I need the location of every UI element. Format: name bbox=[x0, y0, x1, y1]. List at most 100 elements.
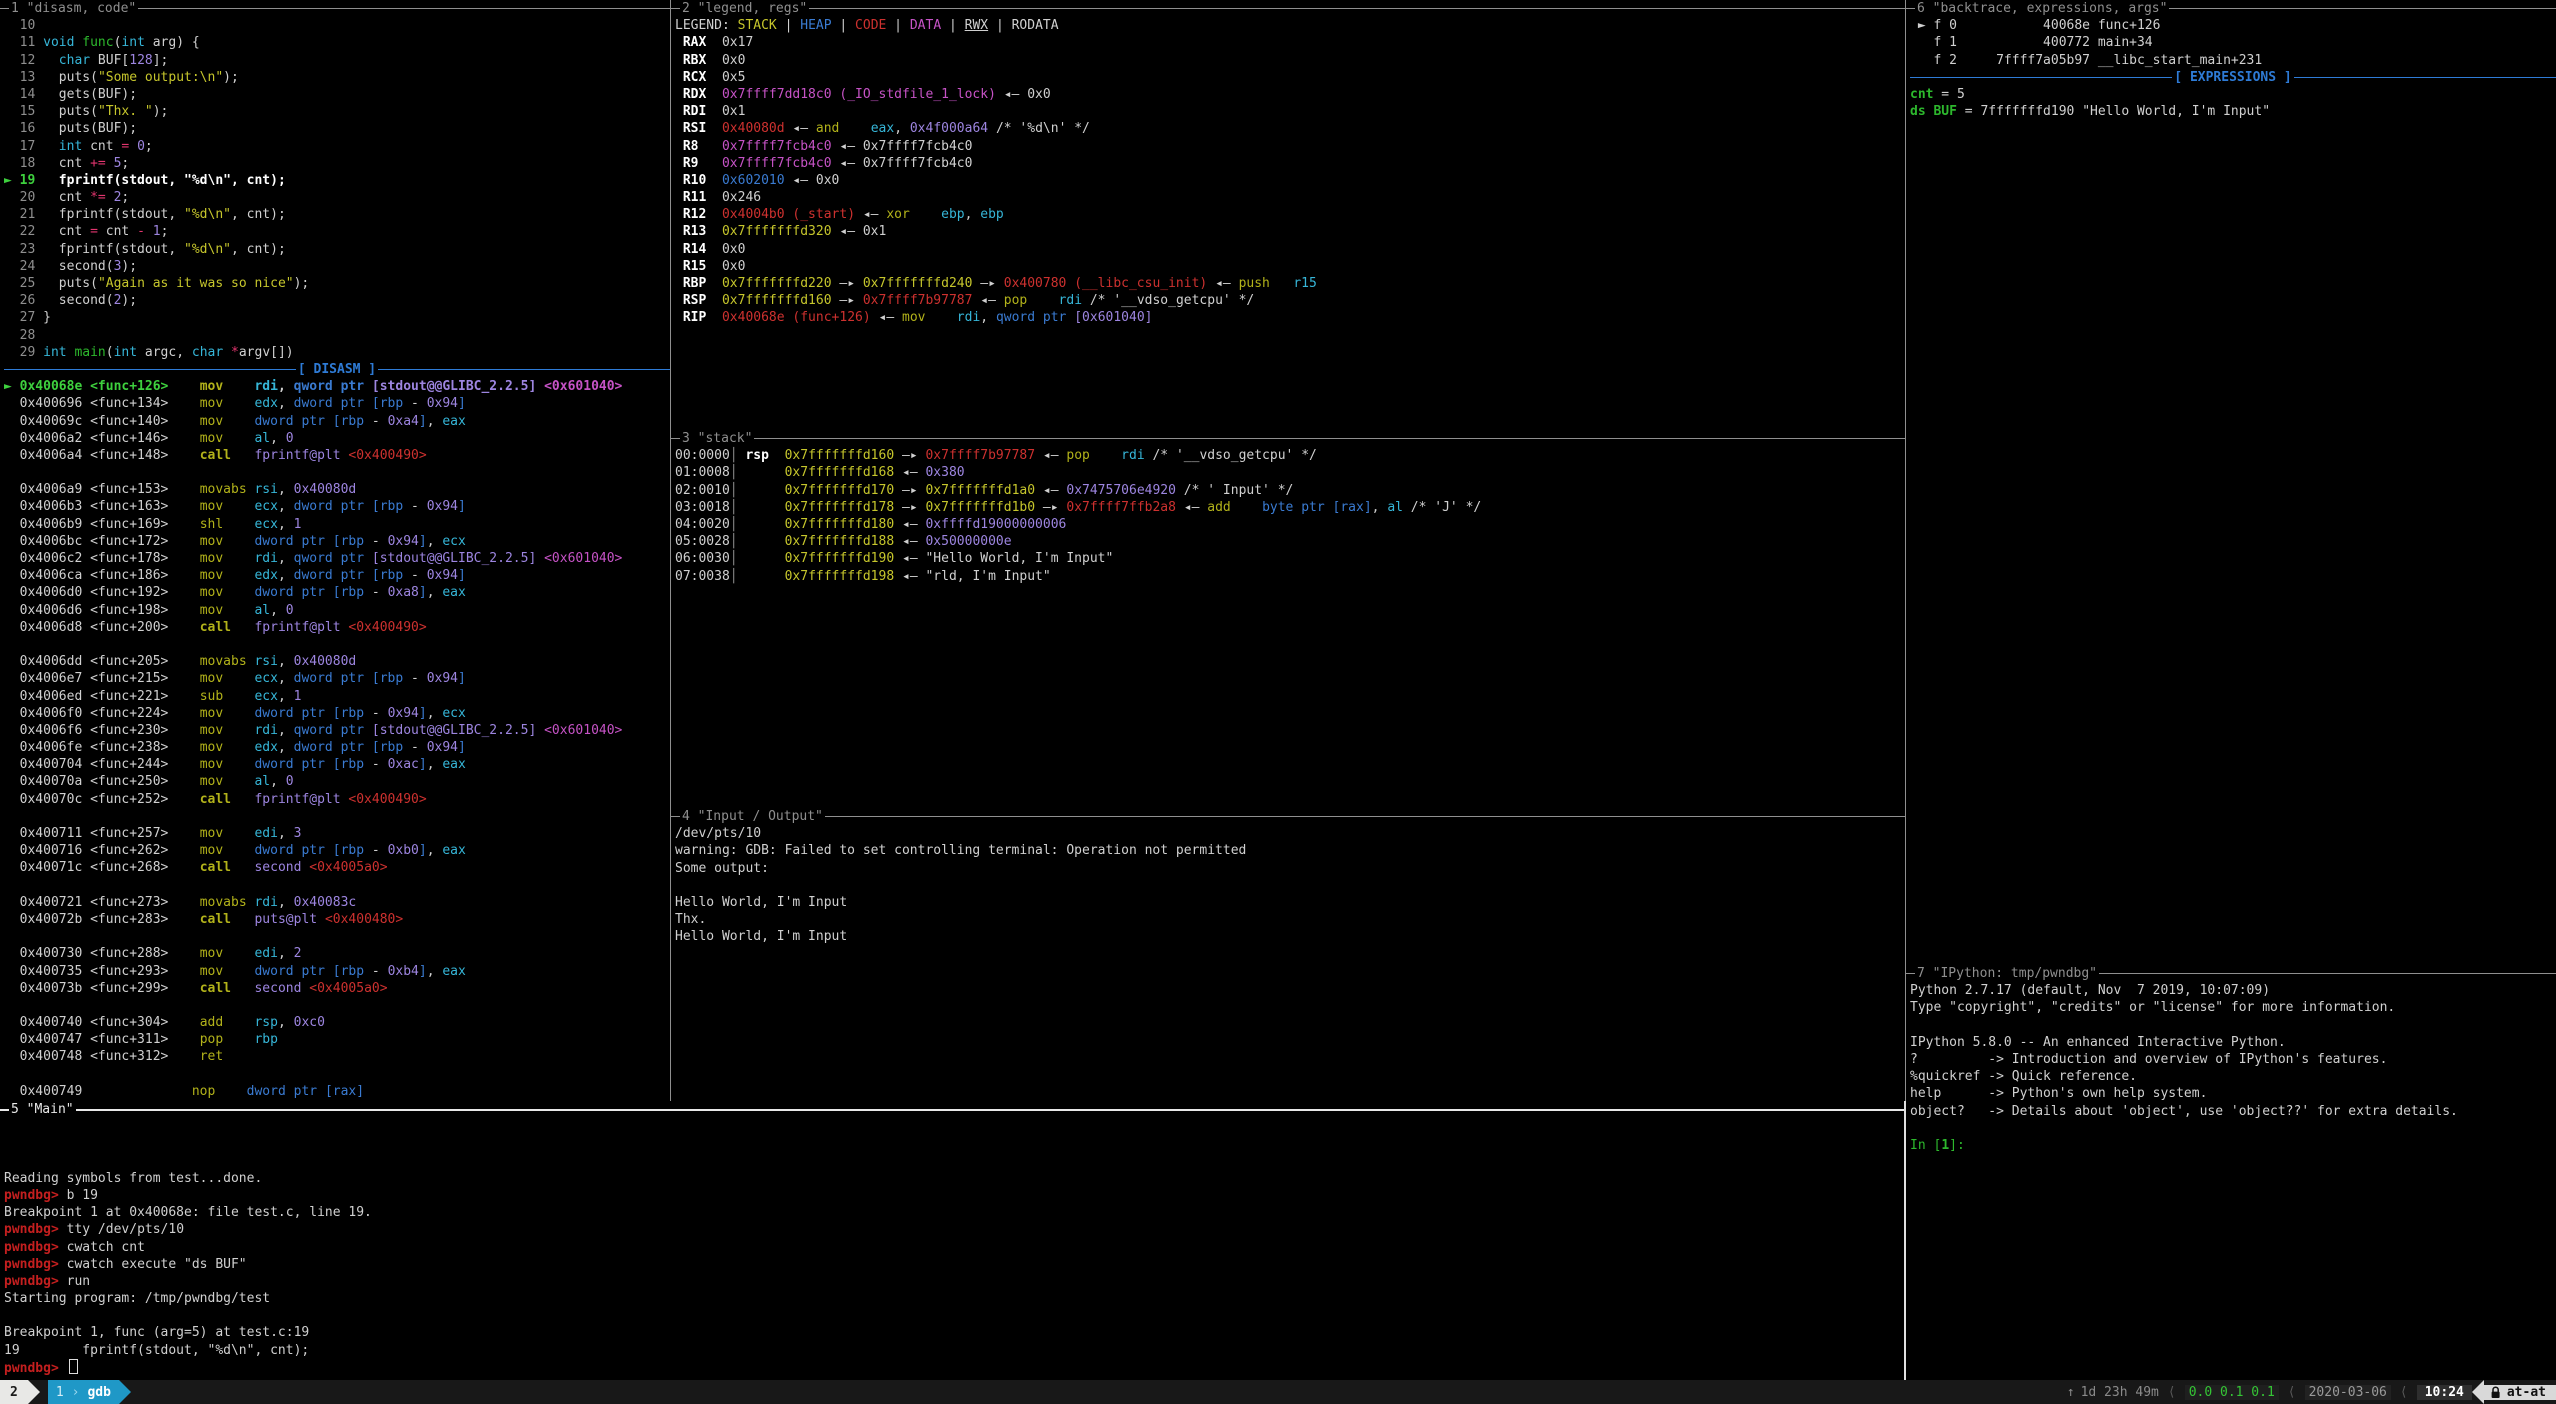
hostname-badge: at-at bbox=[2484, 1385, 2556, 1400]
pane-ipython[interactable]: 7 "IPython: tmp/pwndbg" Python 2.7.17 (d… bbox=[1906, 965, 2556, 1380]
pane-title-main: 5 "Main" bbox=[0, 1101, 1905, 1118]
border-line bbox=[825, 816, 1905, 817]
text-row: 04:0020│ 0x7fffffffd180 ◂— 0xffffd190000… bbox=[675, 516, 1905, 533]
backtrace-content: ► f 0 40068e func+126 f 1 400772 main+34… bbox=[1906, 17, 2556, 120]
text-row: f 1 400772 main+34 bbox=[1910, 34, 2556, 51]
text-row: pwndbg> cwatch execute "ds BUF" bbox=[4, 1256, 1905, 1273]
text-row: 0x400704 <func+244> mov dword ptr [rbp -… bbox=[4, 756, 670, 773]
text-row: 0x400748 <func+312> ret bbox=[4, 1048, 670, 1065]
pane-title-label: 1 "disasm, code" bbox=[9, 1, 138, 16]
io-content: /dev/pts/10warning: GDB: Failed to set c… bbox=[671, 825, 1905, 945]
text-row bbox=[4, 636, 670, 653]
text-row: 16 puts(BUF); bbox=[4, 120, 670, 137]
text-row: IPython 5.8.0 -- An enhanced Interactive… bbox=[1910, 1034, 2556, 1051]
text-row: 0x4006a4 <func+148> call fprintf@plt <0x… bbox=[4, 447, 670, 464]
pane-legend-regs[interactable]: 2 "legend, regs" LEGEND: STACK | HEAP | … bbox=[671, 0, 1905, 430]
text-row: 0x40069c <func+140> mov dword ptr [rbp -… bbox=[4, 413, 670, 430]
text-row: 0x400749 nop dword ptr [rax] bbox=[4, 1083, 670, 1100]
window-tab-gdb[interactable]: 1 › gdb bbox=[48, 1380, 119, 1404]
text-row: Some output: bbox=[675, 860, 1905, 877]
text-row: R11 0x246 bbox=[675, 189, 1905, 206]
window-name: gdb bbox=[87, 1385, 110, 1400]
border-line bbox=[671, 816, 680, 817]
text-row: pwndbg> b 19 bbox=[4, 1187, 1905, 1204]
text-row bbox=[1910, 1120, 2556, 1137]
text-row bbox=[675, 877, 1905, 894]
text-row: RBX 0x0 bbox=[675, 52, 1905, 69]
text-row: RAX 0x17 bbox=[675, 34, 1905, 51]
text-row bbox=[4, 1153, 1905, 1170]
text-row: /dev/pts/10 bbox=[675, 825, 1905, 842]
text-row: 27 } bbox=[4, 309, 670, 326]
text-row: pwndbg> bbox=[4, 1359, 1905, 1376]
pane-disasm-code[interactable]: 1 "disasm, code" 10 11 void func(int arg… bbox=[0, 0, 670, 1101]
session-badge[interactable]: 2 bbox=[0, 1380, 28, 1404]
pane-main-gdb[interactable]: 5 "Main" Reading symbols from test...don… bbox=[0, 1101, 1905, 1380]
text-row: 0x4006d0 <func+192> mov dword ptr [rbp -… bbox=[4, 584, 670, 601]
text-row: Python 2.7.17 (default, Nov 7 2019, 10:0… bbox=[1910, 982, 2556, 999]
pane-title-label: 6 "backtrace, expressions, args" bbox=[1915, 1, 2169, 16]
border-line bbox=[671, 8, 680, 9]
text-row: 0x400747 <func+311> pop rbp bbox=[4, 1031, 670, 1048]
text-row: %quickref -> Quick reference. bbox=[1910, 1068, 2556, 1085]
text-row: 0x4006d6 <func+198> mov al, 0 bbox=[4, 602, 670, 619]
pane-backtrace-expressions[interactable]: 6 "backtrace, expressions, args" ► f 0 4… bbox=[1906, 0, 2556, 965]
text-row: 0x4006ca <func+186> mov edx, dword ptr [… bbox=[4, 567, 670, 584]
pane-border-vertical-left[interactable] bbox=[670, 0, 671, 1101]
text-row: ► f 0 40068e func+126 bbox=[1910, 17, 2556, 34]
text-row: 0x4006e7 <func+215> mov ecx, dword ptr [… bbox=[4, 670, 670, 687]
section-separator: [ DISASM ] bbox=[4, 361, 670, 378]
text-row bbox=[4, 928, 670, 945]
text-row: 0x40073b <func+299> call second <0x4005a… bbox=[4, 980, 670, 997]
border-line bbox=[138, 8, 670, 9]
text-row: 03:0018│ 0x7fffffffd178 —▸ 0x7fffffffd1b… bbox=[675, 499, 1905, 516]
pane-border-vertical-right-active[interactable] bbox=[1904, 1101, 1906, 1380]
uptime-arrow-icon: ↑ bbox=[2067, 1385, 2081, 1400]
text-row: 01:0008│ 0x7fffffffd168 ◂— 0x380 bbox=[675, 464, 1905, 481]
text-row: Breakpoint 1 at 0x40068e: file test.c, l… bbox=[4, 1204, 1905, 1221]
text-row bbox=[4, 877, 670, 894]
border-line bbox=[76, 1109, 1905, 1111]
chevron-right-icon: › bbox=[72, 1385, 88, 1400]
text-row: 12 char BUF[128]; bbox=[4, 52, 670, 69]
pane-title-label: 7 "IPython: tmp/pwndbg" bbox=[1915, 966, 2099, 981]
text-row: 0x40070c <func+252> call fprintf@plt <0x… bbox=[4, 791, 670, 808]
text-row bbox=[4, 997, 670, 1014]
text-row: R13 0x7fffffffd320 ◂— 0x1 bbox=[675, 223, 1905, 240]
gdb-console-content: Reading symbols from test...done.pwndbg>… bbox=[0, 1118, 1905, 1376]
status-gap bbox=[40, 1380, 48, 1404]
text-row: RIP 0x40068e (func+126) ◂— mov rdi, qwor… bbox=[675, 309, 1905, 326]
text-row: f 2 7ffff7a05b97 __libc_start_main+231 bbox=[1910, 52, 2556, 69]
angle-separator-icon: ⟨ bbox=[2279, 1385, 2305, 1400]
text-row: Reading symbols from test...done. bbox=[4, 1170, 1905, 1187]
text-row: 20 cnt *= 2; bbox=[4, 189, 670, 206]
text-row: Starting program: /tmp/pwndbg/test bbox=[4, 1290, 1905, 1307]
border-line bbox=[2099, 973, 2556, 974]
text-row: cnt = 5 bbox=[1910, 86, 2556, 103]
text-row: RSI 0x40080d ◂— and eax, 0x4f000a64 /* '… bbox=[675, 120, 1905, 137]
pane-input-output[interactable]: 4 "Input / Output" /dev/pts/10warning: G… bbox=[671, 808, 1905, 1101]
pane-title-backtrace: 6 "backtrace, expressions, args" bbox=[1906, 0, 2556, 17]
text-row: 0x400721 <func+273> movabs rdi, 0x40083c bbox=[4, 894, 670, 911]
pane-border-vertical-right[interactable] bbox=[1905, 0, 1906, 1101]
text-row: Hello World, I'm Input bbox=[675, 894, 1905, 911]
load-average: 0.0 0.1 0.1 bbox=[2185, 1385, 2279, 1400]
text-row: 0x4006c2 <func+178> mov rdi, qword ptr [… bbox=[4, 550, 670, 567]
status-date: 2020-03-06 bbox=[2305, 1385, 2391, 1400]
pane-stack[interactable]: 3 "stack" 00:0000│ rsp 0x7fffffffd160 —▸… bbox=[671, 430, 1905, 808]
text-row: R15 0x0 bbox=[675, 258, 1905, 275]
text-row: Breakpoint 1, func (arg=5) at test.c:19 bbox=[4, 1324, 1905, 1341]
pane-title-legend-regs: 2 "legend, regs" bbox=[671, 0, 1905, 17]
text-row: 07:0038│ 0x7fffffffd198 ◂— "rld, I'm Inp… bbox=[675, 568, 1905, 585]
text-row bbox=[4, 1307, 1905, 1324]
terminal-cursor[interactable] bbox=[69, 1359, 78, 1374]
border-line bbox=[0, 1109, 9, 1111]
pane-title-label: 2 "legend, regs" bbox=[680, 1, 809, 16]
registers-content: LEGEND: STACK | HEAP | CODE | DATA | RWX… bbox=[671, 17, 1905, 326]
text-row: R14 0x0 bbox=[675, 241, 1905, 258]
text-row: RBP 0x7fffffffd220 —▸ 0x7fffffffd240 —▸ … bbox=[675, 275, 1905, 292]
text-row: In [1]: bbox=[1910, 1137, 2556, 1154]
text-row: Thx. bbox=[675, 911, 1905, 928]
uptime-text: 1d 23h 49m bbox=[2081, 1385, 2159, 1400]
text-row: R10 0x602010 ◂— 0x0 bbox=[675, 172, 1905, 189]
